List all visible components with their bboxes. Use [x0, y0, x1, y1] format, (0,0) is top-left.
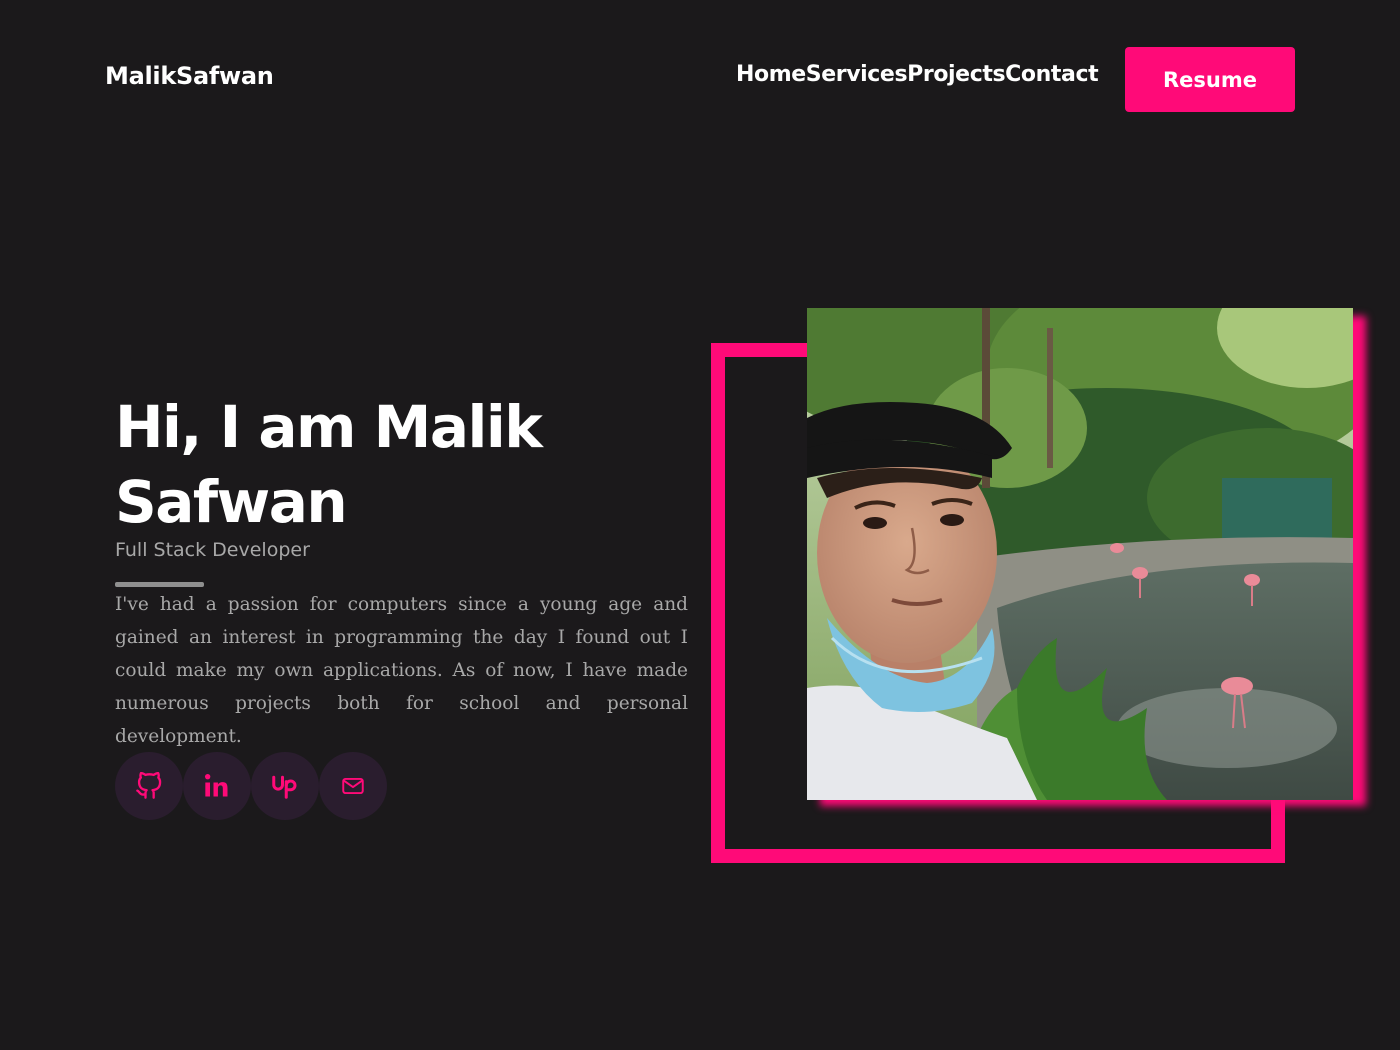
social-links — [115, 752, 387, 820]
hero-title: Hi, I am Malik Safwan — [115, 393, 543, 536]
linkedin-link[interactable] — [183, 752, 251, 820]
nav-home-link[interactable]: Home — [736, 62, 806, 87]
profile-photo — [807, 308, 1353, 800]
github-link[interactable] — [115, 752, 183, 820]
nav-contact-link[interactable]: Contact — [1005, 62, 1098, 87]
main-nav: Home Services Projects Contact — [736, 62, 1099, 87]
nav-projects-link[interactable]: Projects — [907, 62, 1005, 87]
email-link[interactable] — [319, 752, 387, 820]
site-logo[interactable]: MalikSafwan — [105, 62, 274, 90]
resume-button[interactable]: Resume — [1125, 47, 1295, 112]
hero-bio: I've had a passion for computers since a… — [115, 594, 688, 747]
nav-services-link[interactable]: Services — [806, 62, 908, 87]
hero-subtitle: Full Stack Developer — [115, 539, 310, 561]
upwork-icon — [270, 771, 300, 801]
github-icon — [135, 772, 163, 800]
upwork-link[interactable] — [251, 752, 319, 820]
linkedin-icon — [203, 772, 231, 800]
hero-divider — [115, 582, 204, 587]
mail-icon — [340, 773, 366, 799]
